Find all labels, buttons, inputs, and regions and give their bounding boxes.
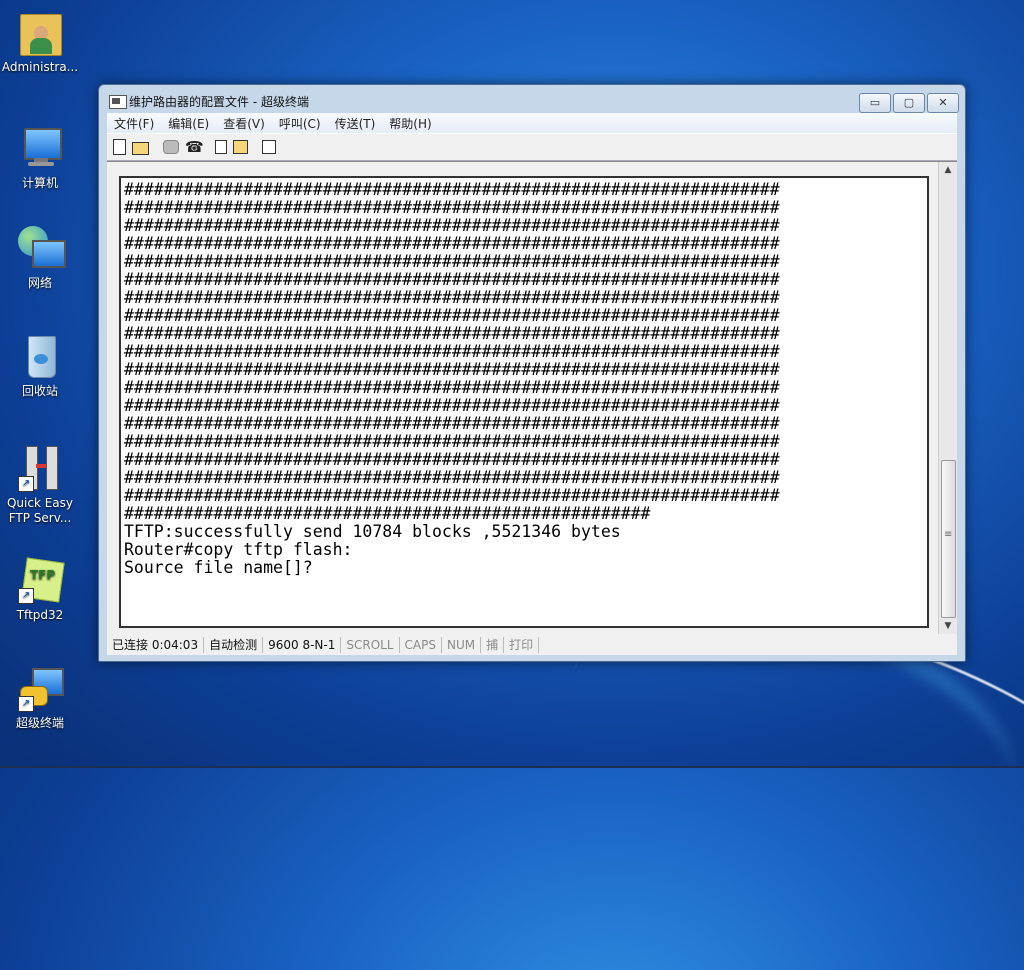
recycle-bin-icon bbox=[16, 332, 64, 380]
terminal-line: ########################################… bbox=[124, 450, 780, 469]
call-phone-icon[interactable] bbox=[163, 140, 179, 154]
terminal-screen[interactable]: ########################################… bbox=[119, 176, 929, 628]
status-capture: 捕 bbox=[481, 637, 505, 653]
shortcut-arrow-icon: ↗ bbox=[18, 588, 34, 604]
desktop-icon-label: 回收站 bbox=[21, 384, 58, 398]
menu-view[interactable]: 查看(V) bbox=[216, 115, 272, 132]
terminal-line: ########################################… bbox=[124, 288, 780, 307]
window-title: 维护路由器的配置文件 - 超级终端 bbox=[129, 95, 309, 109]
title-bar[interactable]: 维护路由器的配置文件 - 超级终端 ▭ ▢ ✕ bbox=[99, 85, 965, 115]
terminal-line: ########################################… bbox=[124, 180, 780, 199]
status-scroll: SCROLL bbox=[341, 637, 400, 653]
vertical-scrollbar[interactable]: ▲ ▼ bbox=[938, 162, 957, 634]
close-button[interactable]: ✕ bbox=[927, 93, 959, 113]
app-icon bbox=[109, 95, 127, 109]
status-port-settings: 9600 8-N-1 bbox=[263, 637, 342, 653]
toolbar: ☎ bbox=[107, 133, 957, 161]
menu-edit[interactable]: 编辑(E) bbox=[161, 115, 216, 132]
desktop-icon-label: Administra... bbox=[1, 60, 79, 74]
terminal-line: TFTP:successfully send 10784 blocks ,552… bbox=[124, 522, 621, 541]
receive-file-icon[interactable] bbox=[233, 140, 248, 154]
hyperterminal-icon: ↗ bbox=[16, 664, 64, 712]
computer-icon bbox=[16, 124, 64, 172]
properties-icon[interactable] bbox=[262, 140, 276, 154]
user-folder-icon bbox=[16, 8, 64, 56]
hyperterminal-window: 维护路由器的配置文件 - 超级终端 ▭ ▢ ✕ 文件(F) 编辑(E) 查看(V… bbox=[98, 84, 966, 662]
terminal-line: ########################################… bbox=[124, 468, 780, 487]
status-print: 打印 bbox=[504, 637, 540, 653]
maximize-button[interactable]: ▢ bbox=[893, 93, 925, 113]
shortcut-arrow-icon: ↗ bbox=[18, 696, 34, 712]
status-connected-time: 已连接 0:04:03 bbox=[107, 637, 205, 653]
terminal-output: ########################################… bbox=[121, 178, 927, 577]
open-folder-icon[interactable] bbox=[132, 142, 149, 155]
desktop-icon-network[interactable]: 网络 bbox=[0, 224, 80, 291]
status-caps: CAPS bbox=[400, 637, 442, 653]
desktop-icon-tftpd32[interactable]: TFP ↗ Tftpd32 bbox=[0, 556, 80, 623]
disconnect-icon[interactable]: ☎ bbox=[185, 139, 204, 155]
terminal-line: ########################################… bbox=[124, 324, 780, 343]
desktop-icon-computer[interactable]: 计算机 bbox=[0, 124, 80, 191]
minimize-button[interactable]: ▭ bbox=[859, 93, 891, 113]
terminal-line: Source file name[]? bbox=[124, 558, 313, 577]
terminal-line: ########################################… bbox=[124, 432, 780, 451]
window-controls: ▭ ▢ ✕ bbox=[857, 93, 959, 113]
status-bar: 已连接 0:04:03 自动检测 9600 8-N-1 SCROLL CAPS … bbox=[107, 635, 957, 655]
scroll-down-icon[interactable]: ▼ bbox=[939, 618, 957, 634]
ftp-server-icon: ↗ bbox=[16, 444, 64, 492]
terminal-line: ########################################… bbox=[124, 306, 780, 325]
terminal-line: ########################################… bbox=[124, 270, 780, 289]
desktop-icon-label: 网络 bbox=[27, 276, 52, 290]
menu-transfer[interactable]: 传送(T) bbox=[328, 115, 383, 132]
menu-file[interactable]: 文件(F) bbox=[107, 115, 161, 132]
menu-bar: 文件(F) 编辑(E) 查看(V) 呼叫(C) 传送(T) 帮助(H) bbox=[107, 113, 957, 133]
desktop-icon-label: Tftpd32 bbox=[16, 608, 64, 622]
network-globe-icon bbox=[16, 224, 66, 272]
terminal-area: ########################################… bbox=[107, 161, 957, 636]
terminal-line: ########################################… bbox=[124, 360, 780, 379]
desktop-icon-administrator[interactable]: Administra... bbox=[0, 8, 80, 75]
status-num: NUM bbox=[442, 637, 482, 653]
scroll-up-icon[interactable]: ▲ bbox=[939, 162, 957, 178]
desktop-icon-recycle-bin[interactable]: 回收站 bbox=[0, 332, 80, 399]
terminal-line: ########################################… bbox=[124, 198, 780, 217]
terminal-line: ########################################… bbox=[124, 252, 780, 271]
desktop-icon-label: 超级终端 bbox=[15, 716, 64, 730]
terminal-line: ########################################… bbox=[124, 378, 780, 397]
desktop-icon-label: Quick Easy FTP Serv... bbox=[6, 496, 74, 525]
terminal-line: ########################################… bbox=[124, 342, 780, 361]
scrollbar-thumb[interactable] bbox=[941, 460, 956, 618]
terminal-line: ########################################… bbox=[124, 216, 780, 235]
terminal-line: ########################################… bbox=[124, 396, 780, 415]
terminal-line: Router#copy tftp flash: bbox=[124, 540, 353, 559]
tftp-icon: TFP ↗ bbox=[16, 556, 65, 604]
new-connection-icon[interactable] bbox=[113, 139, 126, 155]
send-file-icon[interactable] bbox=[215, 140, 227, 154]
terminal-line: ########################################… bbox=[124, 486, 780, 505]
terminal-line: ########################################… bbox=[124, 234, 780, 253]
terminal-line: ########################################… bbox=[124, 504, 651, 523]
desktop-icon-label: 计算机 bbox=[21, 176, 58, 190]
terminal-line: ########################################… bbox=[124, 414, 780, 433]
menu-help[interactable]: 帮助(H) bbox=[382, 115, 438, 132]
desktop-icon-hyperterminal[interactable]: ↗ 超级终端 bbox=[0, 664, 80, 731]
shortcut-arrow-icon: ↗ bbox=[18, 476, 34, 492]
menu-call[interactable]: 呼叫(C) bbox=[272, 115, 328, 132]
desktop-icon-quick-easy-ftp[interactable]: ↗ Quick Easy FTP Serv... bbox=[0, 444, 80, 526]
status-auto-detect: 自动检测 bbox=[204, 637, 264, 653]
